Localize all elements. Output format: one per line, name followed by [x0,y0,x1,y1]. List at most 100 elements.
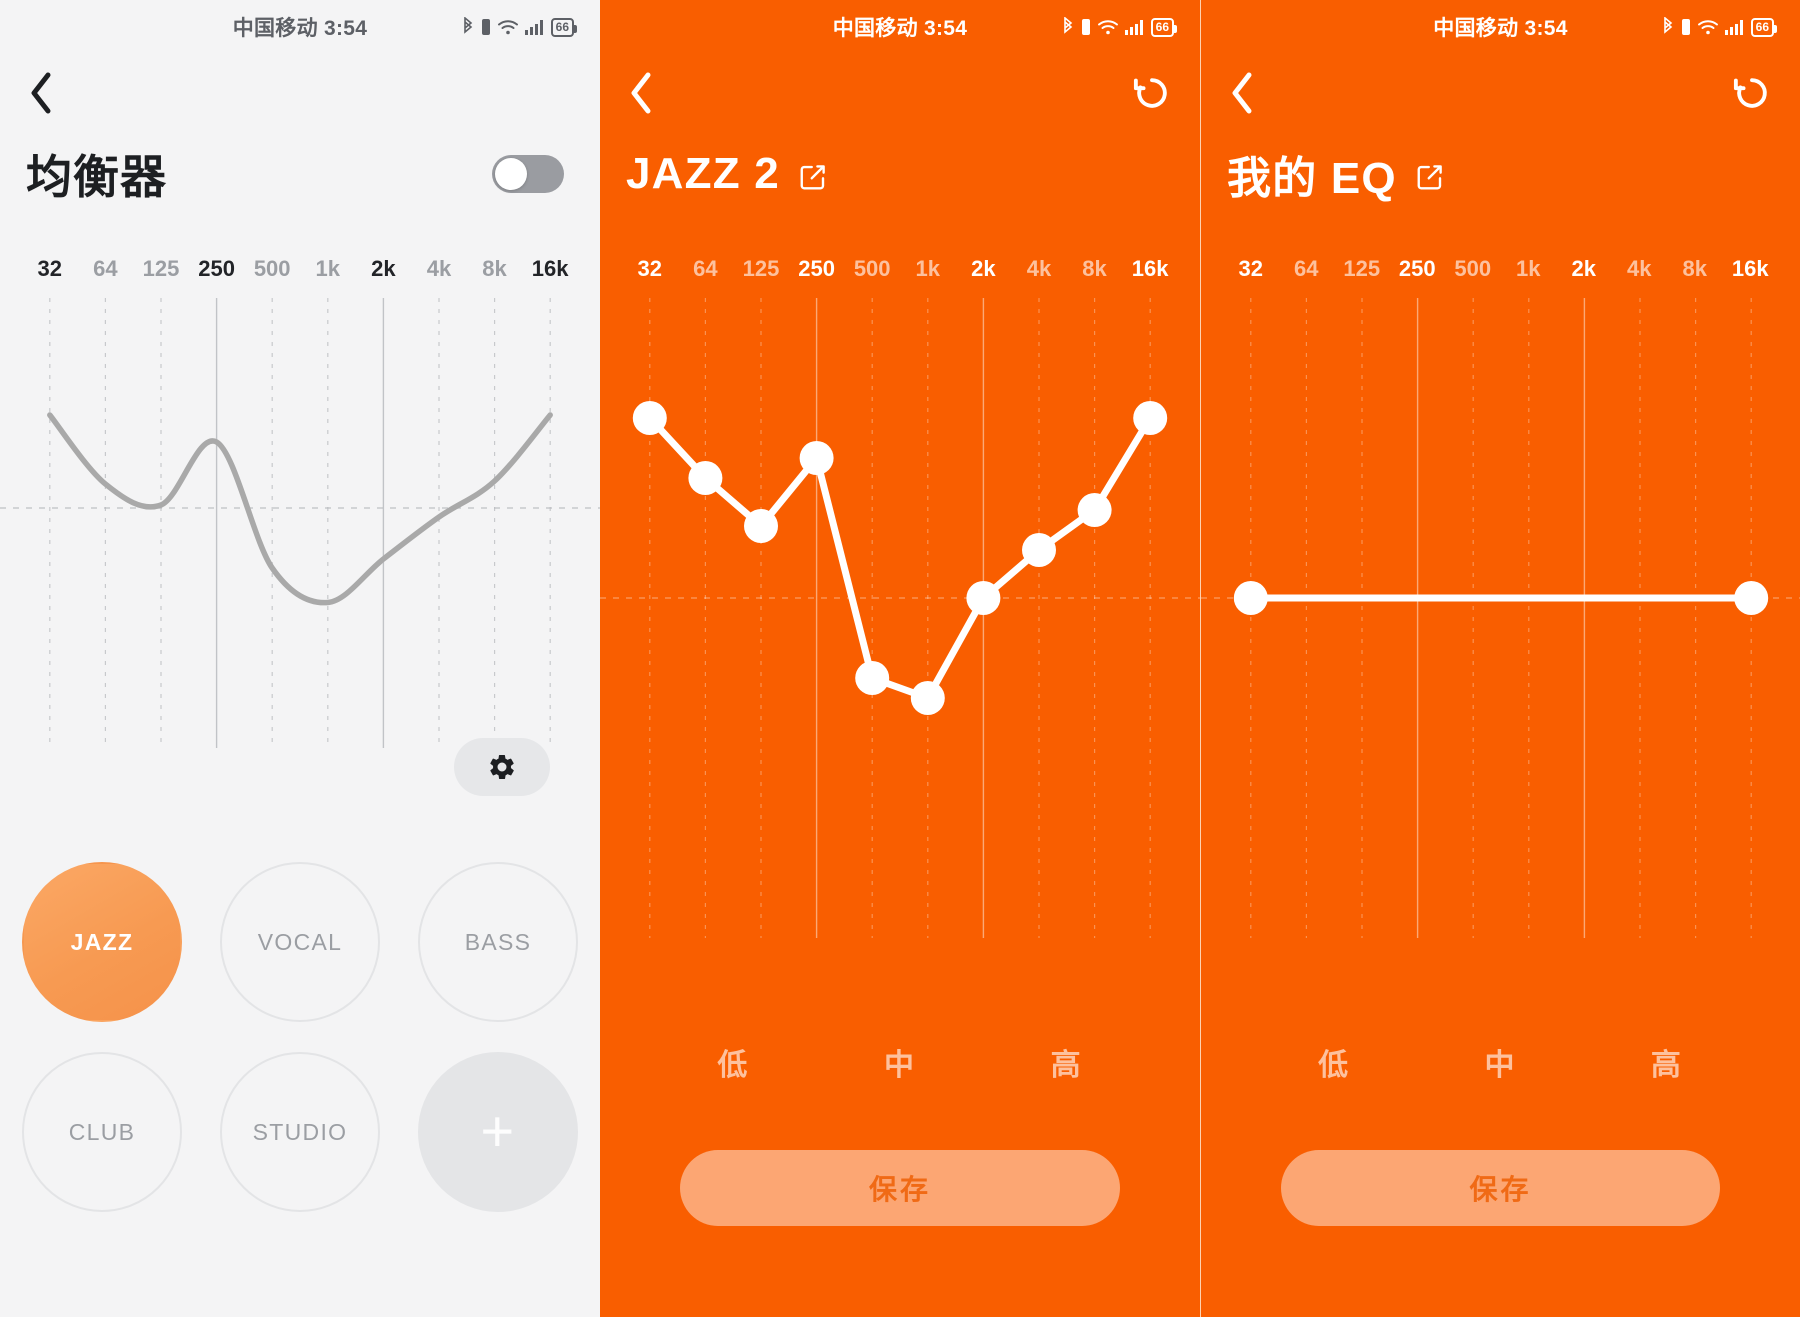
freq-label-500: 500 [853,256,891,281]
gear-icon [487,752,517,782]
equalizer-curve-graph[interactable] [600,298,1200,1008]
preset-jazz[interactable]: JAZZ [22,862,182,1022]
freq-label-1k: 1k [315,256,340,281]
preset-row-2: CLUB STUDIO + [22,1052,578,1212]
preset-row-1: JAZZ VOCAL BASS [22,862,578,1022]
edit-icon[interactable] [1415,162,1445,192]
preset-grid: JAZZ VOCAL BASS CLUB STUDIO + [0,862,600,1212]
page-title-row: 均衡器 [0,132,600,216]
signal-icon [1124,18,1146,36]
page-title-row: 我的 EQ [1201,132,1800,216]
band-label-mid: 中 [884,1049,916,1082]
freq-label-125: 125 [1343,256,1381,281]
freq-label-4k: 4k [1026,256,1052,281]
save-button[interactable]: 保存 [1281,1150,1720,1226]
battery-level: 66 [1155,20,1169,34]
freq-label-4k: 4k [1627,256,1652,281]
band-label-low: 低 [1318,1049,1351,1082]
preset-club[interactable]: CLUB [22,1052,182,1212]
freq-label-250: 250 [198,256,235,281]
reset-icon[interactable] [1130,71,1174,115]
wifi-icon [1697,18,1719,36]
equalizer-curve-svg [600,298,1200,938]
vibrate-icon [1680,17,1692,37]
panel-jazz2-editor: 中国移动 3:54 66 JAZZ 2 32 64 125 250 500 1k… [600,0,1200,1317]
back-icon[interactable] [26,70,56,116]
page-title: 我的 EQ [1227,154,1397,203]
freq-label-64: 64 [693,256,718,281]
freq-label-16k: 16k [1131,256,1169,281]
freq-label-64: 64 [93,256,118,281]
band-labels: 低 中 高 [600,1040,1200,1084]
equalizer-curve-graph[interactable] [0,298,600,748]
status-icons: 66 [1061,17,1178,37]
bluetooth-icon [1661,17,1675,37]
preset-studio[interactable]: STUDIO [220,1052,380,1212]
freq-label-32: 32 [1238,256,1263,281]
freq-label-250: 250 [798,256,835,281]
freq-label-4k: 4k [426,256,452,281]
page-title: JAZZ 2 [626,149,780,198]
panel-myeq-editor: 中国移动 3:54 66 我的 EQ 32 64 125 250 500 1k … [1200,0,1800,1317]
nav-bar [0,54,600,132]
frequency-axis-labels: 32 64 125 250 500 1k 2k 4k 8k 16k [0,256,600,282]
preset-bass[interactable]: BASS [418,862,578,1022]
band-labels: 低 中 高 [1201,1040,1800,1084]
bluetooth-icon [1061,17,1075,37]
back-icon[interactable] [1227,70,1257,116]
edit-icon[interactable] [798,162,828,192]
freq-label-1k: 1k [1516,256,1541,281]
frequency-axis-labels: 32 64 125 250 500 1k 2k 4k 8k 16k [600,256,1200,282]
freq-label-125: 125 [142,256,180,281]
freq-label-64: 64 [1294,256,1319,281]
screenshot-root: 中国移动 3:54 66 均衡器 32 64 125 250 500 1k 2k… [0,0,1800,1317]
freq-label-500: 500 [253,256,291,281]
freq-label-32: 32 [37,256,63,281]
freq-label-2k: 2k [1571,256,1596,281]
battery-level: 66 [1755,20,1769,34]
equalizer-curve-graph[interactable] [1201,298,1800,1008]
preset-label: CLUB [68,1118,136,1145]
add-preset-button[interactable]: + [418,1052,578,1212]
frequency-axis-labels: 32 64 125 250 500 1k 2k 4k 8k 16k [1201,256,1800,282]
save-button[interactable]: 保存 [680,1150,1120,1226]
back-icon[interactable] [626,70,656,116]
battery-icon: 66 [1750,17,1778,37]
band-label-high: 高 [1650,1049,1683,1082]
wifi-icon [497,18,519,36]
battery-icon: 66 [1150,17,1178,37]
vibrate-icon [480,17,492,37]
status-bar: 中国移动 3:54 66 [600,0,1200,54]
reset-icon[interactable] [1730,71,1774,115]
status-bar: 中国移动 3:54 66 [0,0,600,54]
freq-label-8k: 8k [482,256,507,281]
page-title-row: JAZZ 2 [600,132,1200,216]
status-carrier-time: 中国移动 3:54 [232,17,368,40]
band-label-high: 高 [1050,1049,1083,1082]
equalizer-master-toggle[interactable] [492,155,564,193]
preset-vocal[interactable]: VOCAL [220,862,380,1022]
freq-label-2k: 2k [371,256,396,281]
status-carrier-time: 中国移动 3:54 [832,17,968,40]
toggle-knob [495,158,527,190]
save-button-label: 保存 [1469,1174,1532,1205]
panel-equalizer-home: 中国移动 3:54 66 均衡器 32 64 125 250 500 1k 2k… [0,0,600,1317]
freq-label-500: 500 [1454,256,1492,281]
freq-label-16k: 16k [531,256,569,281]
vibrate-icon [1080,17,1092,37]
freq-label-32: 32 [637,256,663,281]
nav-bar [1201,54,1800,132]
equalizer-settings-button[interactable] [454,738,550,796]
preset-label: VOCAL [257,928,343,955]
status-icons: 66 [461,17,578,37]
page-title: 均衡器 [26,151,167,203]
band-label-low: 低 [717,1049,750,1082]
preset-label: STUDIO [252,1118,348,1145]
equalizer-curve-svg [0,298,600,748]
status-bar: 中国移动 3:54 66 [1201,0,1800,54]
freq-label-1k: 1k [915,256,940,281]
freq-label-125: 125 [742,256,780,281]
freq-label-16k: 16k [1731,256,1769,281]
status-icons: 66 [1661,17,1778,37]
freq-label-250: 250 [1398,256,1436,281]
